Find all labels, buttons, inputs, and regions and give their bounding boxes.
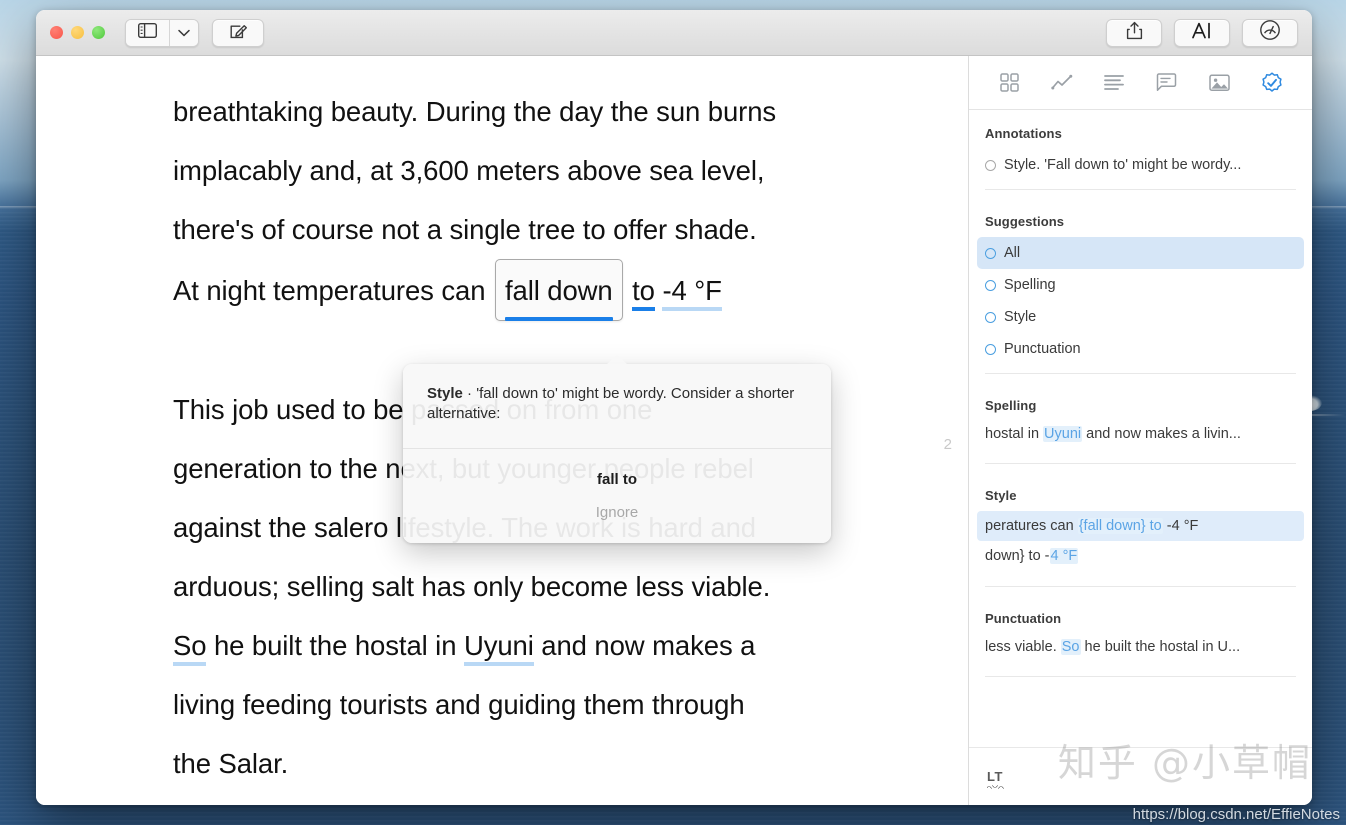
punctuation-underline-so[interactable]: So [173,630,207,666]
minimize-button[interactable] [71,26,84,39]
style-item-1[interactable]: peratures can {fall down} to -4 °F [977,511,1304,541]
share-icon [1126,21,1143,45]
filter-option-punctuation[interactable]: Punctuation [969,333,1312,365]
chart-line-icon[interactable] [1047,68,1077,98]
grid-icon[interactable] [994,68,1024,98]
performance-button[interactable] [1242,18,1298,47]
chip-underline [504,317,613,321]
annotations-title: Annotations [985,126,1062,141]
check-badge-icon[interactable] [1257,68,1287,98]
filter-label: Style [1004,309,1037,325]
suggestions-title: Suggestions [985,214,1065,229]
style-item-2[interactable]: down} to -4 °F [969,541,1312,578]
spelling-highlight: Uyuni [1043,426,1083,442]
sidebar-footer: LT [969,747,1312,805]
traffic-light-buttons [50,26,105,39]
filter-label: All [1004,245,1021,261]
bullet-icon [985,159,996,171]
radio-icon [985,311,996,323]
radio-icon [985,279,996,291]
popup-apply-suggestion[interactable]: fall to [403,465,831,504]
list-icon[interactable] [1099,68,1129,98]
spelling-prefix: hostal in [985,426,1044,442]
zoom-button[interactable] [92,26,105,39]
section-divider [985,189,1296,190]
style2-highlight: 4 °F [1049,548,1079,564]
window-body: breathtaking beauty. During the day the … [36,56,1312,805]
languagetool-logo[interactable]: LT [987,769,1005,789]
spelling-item[interactable]: hostal in Uyuni and now makes a livin... [969,421,1312,455]
spelling-title: Spelling [985,398,1037,413]
doc-line: breathtaking beauty. During the day the … [173,96,777,127]
punctuation-item[interactable]: less viable. So he built the hostal in U… [969,634,1312,668]
chip-label: fall down [504,275,613,306]
gauge-icon [1259,19,1281,46]
doc-line-mid: he built the hostal in [206,630,464,661]
titlebar-right-buttons [1106,18,1298,47]
section-divider [985,586,1296,587]
radio-icon [985,247,996,259]
annotation-item[interactable]: Style. 'Fall down to' might be wordy... [969,149,1312,181]
doc-line: the Salar. [173,748,289,779]
sidebar-dropdown-button[interactable] [169,19,198,46]
app-window: breathtaking beauty. During the day the … [36,10,1312,805]
section-divider [985,463,1296,464]
doc-line: there's of course not a single tree to o… [173,214,757,245]
punctuation-prefix: less viable. [985,639,1061,655]
filter-option-spelling[interactable]: Spelling [969,269,1312,301]
text-format-icon [1191,21,1213,45]
popup-ignore-button[interactable]: Ignore [403,504,831,521]
sidebar-content[interactable]: Annotations Style. 'Fall down to' might … [969,110,1312,747]
filter-label: Punctuation [1004,341,1081,357]
comment-icon[interactable] [1152,68,1182,98]
page-number: 2 [943,436,952,453]
doc-line: implacably and, at 3,600 meters above se… [173,155,765,186]
popup-actions: fall to Ignore [403,449,831,543]
style-prefix: peratures can [985,518,1078,534]
chevron-down-icon [178,24,190,42]
doc-line-prefix: At night temperatures can [173,275,486,306]
popup-category: Style [427,385,463,402]
doc-line-tail: and now makes a [533,630,756,661]
popup-separator: · [462,385,477,402]
doc-line: arduous; selling salt has only become le… [173,571,771,602]
filter-option-style[interactable]: Style [969,301,1312,333]
window-titlebar [36,10,1312,56]
style-underline-to[interactable]: to [632,275,655,311]
sidebar-toggle-button[interactable] [126,19,169,46]
grammar-error-chip[interactable]: fall down [494,259,623,321]
grammar-suggestion-popup[interactable]: Style · 'fall down to' might be wordy. C… [403,364,831,543]
sidebar-toggle-group [125,18,199,47]
style-title: Style [985,488,1017,503]
section-divider [985,676,1296,677]
punctuation-title: Punctuation [985,611,1062,626]
format-button[interactable] [1174,18,1230,47]
punctuation-suffix: he built the hostal in U... [1080,639,1241,655]
image-icon[interactable] [1204,68,1234,98]
paragraph-1: breathtaking beauty. During the day the … [173,82,873,321]
spelling-underline-uyuni[interactable]: Uyuni [463,630,534,666]
radio-icon [985,343,996,355]
style2-prefix: down} to - [985,548,1050,564]
style-underline-temp[interactable]: -4 °F [662,275,722,311]
close-button[interactable] [50,26,63,39]
share-button[interactable] [1106,18,1162,47]
filter-option-all[interactable]: All [977,237,1304,269]
style-highlight: {fall down} to [1077,518,1163,534]
popup-message-text: 'fall down to' might be wordy. Consider … [427,385,795,422]
compose-button[interactable] [212,18,264,47]
sidebar-icon [137,22,158,43]
filter-label: Spelling [1004,277,1056,293]
annotation-text: Style. 'Fall down to' might be wordy... [1004,157,1242,173]
spelling-suffix: and now makes a livin... [1082,426,1241,442]
compose-icon [229,21,248,45]
popup-message: Style · 'fall down to' might be wordy. C… [403,364,831,449]
section-divider [985,373,1296,374]
document-pane[interactable]: breathtaking beauty. During the day the … [36,56,968,805]
assistant-sidebar: Annotations Style. 'Fall down to' might … [968,56,1312,805]
punctuation-highlight: So [1060,639,1081,655]
doc-line: living feeding tourists and guiding them… [173,689,745,720]
sidebar-toolbar [969,56,1312,110]
style-suffix: -4 °F [1162,518,1199,534]
